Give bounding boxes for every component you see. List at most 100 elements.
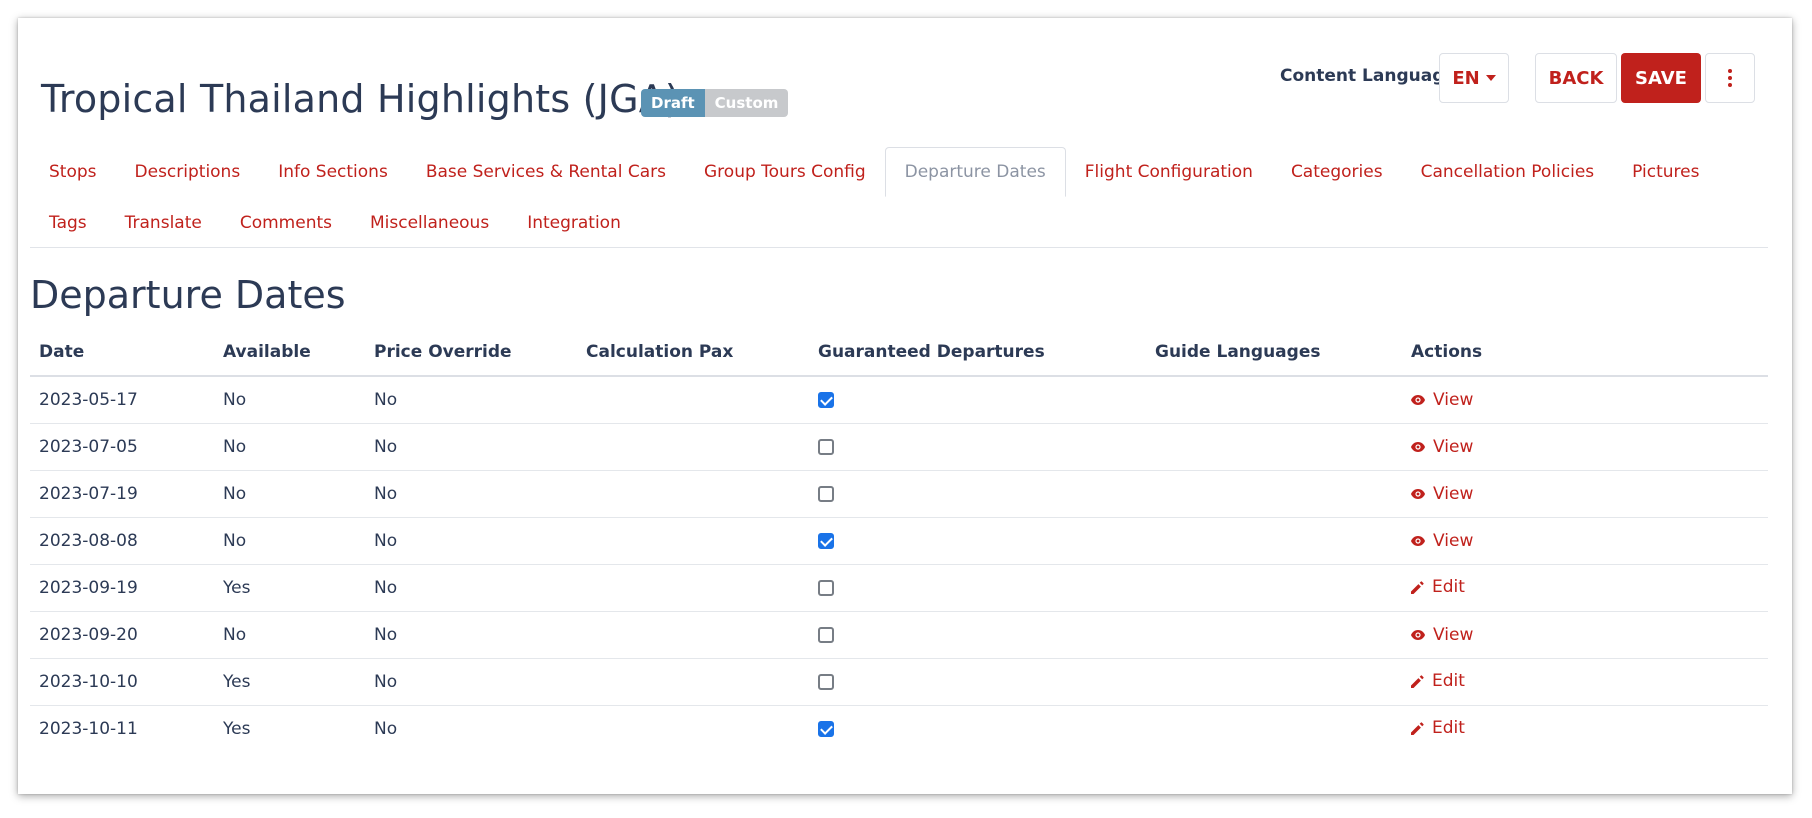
table-row: 2023-10-11 Yes No Edit: [30, 706, 1768, 753]
tabs-divider: [30, 247, 1768, 248]
cell-price-override: No: [365, 658, 577, 706]
tab-categories[interactable]: Categories: [1272, 147, 1402, 197]
cell-guaranteed-departures: [809, 517, 1146, 565]
table-row: 2023-08-08 No No View: [30, 517, 1768, 565]
tab-miscellaneous[interactable]: Miscellaneous: [351, 198, 508, 248]
cell-price-override: No: [365, 564, 577, 612]
view-link[interactable]: View: [1411, 484, 1473, 504]
guaranteed-checkbox[interactable]: [818, 627, 834, 643]
table-row: 2023-05-17 No No View: [30, 376, 1768, 424]
cell-guide-languages: [1146, 611, 1402, 659]
cell-price-override: No: [374, 719, 398, 739]
departure-dates-table: Date Available Price Override Calculatio…: [30, 329, 1768, 752]
cell-date: 2023-07-19: [30, 470, 214, 518]
column-header-actions: Actions: [1402, 329, 1768, 377]
guaranteed-checkbox[interactable]: [818, 580, 834, 596]
guaranteed-checkbox[interactable]: [818, 533, 834, 549]
back-button[interactable]: BACK: [1535, 53, 1617, 103]
status-badges: Draft Custom: [641, 89, 789, 117]
tab-info-sections[interactable]: Info Sections: [259, 147, 407, 197]
language-value: EN: [1452, 67, 1480, 89]
tab-base-services-rental-cars[interactable]: Base Services & Rental Cars: [407, 147, 685, 197]
cell-available: No: [214, 611, 365, 659]
cell-actions: View: [1402, 470, 1768, 518]
tabs-row-1: Stops Descriptions Info Sections Base Servi…: [30, 147, 1718, 197]
eye-icon: [1411, 536, 1425, 546]
cell-calculation-pax: [577, 611, 809, 659]
cell-price-override: No: [365, 470, 577, 518]
tab-translate[interactable]: Translate: [106, 198, 221, 248]
cell-guide-languages: [1146, 376, 1402, 424]
cell-available: No: [214, 376, 365, 424]
cell-guaranteed-departures: [809, 564, 1146, 612]
cell-calculation-pax: [577, 564, 809, 612]
tab-pictures[interactable]: Pictures: [1613, 147, 1718, 197]
guaranteed-checkbox[interactable]: [818, 674, 834, 690]
cell-available: Yes: [214, 658, 365, 706]
cell-price-override: No: [365, 376, 577, 424]
tab-tags[interactable]: Tags: [30, 198, 106, 248]
table-row: 2023-07-19 No No View: [30, 470, 1768, 518]
tab-integration[interactable]: Integration: [508, 198, 640, 248]
edit-link[interactable]: Edit: [1411, 577, 1465, 597]
kebab-menu-icon: [1728, 69, 1732, 87]
pencil-icon: [1411, 722, 1424, 735]
column-header-available[interactable]: Available: [214, 329, 365, 377]
cell-guaranteed-departures: [809, 376, 1146, 424]
more-options-button[interactable]: [1705, 53, 1755, 103]
edit-link[interactable]: Edit: [1411, 718, 1465, 738]
draft-badge: Draft: [641, 89, 705, 117]
cell-calculation-pax: [577, 706, 809, 753]
cell-guide-languages: [1146, 517, 1402, 565]
view-link[interactable]: View: [1411, 625, 1473, 645]
tab-stops[interactable]: Stops: [30, 147, 116, 197]
action-label: View: [1433, 625, 1474, 645]
column-header-price-override[interactable]: Price Override: [365, 329, 577, 377]
tab-cancellation-policies[interactable]: Cancellation Policies: [1402, 147, 1614, 197]
cell-guide-languages: [1146, 706, 1402, 753]
tab-group-tours-config[interactable]: Group Tours Config: [685, 147, 885, 197]
eye-icon: [1411, 442, 1425, 452]
cell-actions: Edit: [1402, 564, 1768, 612]
tab-flight-configuration[interactable]: Flight Configuration: [1066, 147, 1272, 197]
cell-available: Yes: [223, 719, 251, 739]
cell-available: No: [214, 517, 365, 565]
table-row: 2023-10-10 Yes No Edit: [30, 658, 1768, 706]
cell-calculation-pax: [577, 376, 809, 424]
language-dropdown[interactable]: EN: [1439, 53, 1509, 103]
action-label: View: [1433, 390, 1474, 410]
tab-departure-dates[interactable]: Departure Dates: [884, 147, 1066, 197]
caret-down-icon: [1485, 75, 1496, 81]
column-header-guaranteed-departures[interactable]: Guaranteed Departures: [809, 329, 1146, 377]
view-link[interactable]: View: [1411, 531, 1473, 551]
cell-calculation-pax: [577, 423, 809, 471]
cell-actions: Edit: [1402, 706, 1768, 753]
guaranteed-checkbox[interactable]: [818, 392, 834, 408]
column-header-date[interactable]: Date: [30, 329, 214, 377]
eye-icon: [1411, 630, 1425, 640]
save-button[interactable]: SAVE: [1621, 53, 1701, 103]
column-header-guide-languages[interactable]: Guide Languages: [1146, 329, 1402, 377]
table-header-row: Date Available Price Override Calculatio…: [30, 329, 1768, 377]
tab-descriptions[interactable]: Descriptions: [116, 147, 260, 197]
cell-guaranteed-departures: [809, 470, 1146, 518]
cell-date: 2023-10-10: [30, 658, 214, 706]
cell-actions: Edit: [1402, 658, 1768, 706]
cell-calculation-pax: [577, 658, 809, 706]
cell-date: 2023-08-08: [30, 517, 214, 565]
view-link[interactable]: View: [1411, 437, 1473, 457]
guaranteed-checkbox[interactable]: [818, 721, 834, 737]
cell-actions: View: [1402, 376, 1768, 424]
guaranteed-checkbox[interactable]: [818, 486, 834, 502]
content-language-label: Content Language: [1280, 66, 1456, 86]
cell-date: 2023-09-19: [30, 564, 214, 612]
cell-actions: View: [1402, 611, 1768, 659]
guaranteed-checkbox[interactable]: [818, 439, 834, 455]
view-link[interactable]: View: [1411, 390, 1473, 410]
action-label: View: [1433, 437, 1474, 457]
table-row: 2023-07-05 No No View: [30, 423, 1768, 471]
column-header-calculation-pax[interactable]: Calculation Pax: [577, 329, 809, 377]
tab-comments[interactable]: Comments: [221, 198, 351, 248]
cell-guaranteed-departures: [809, 611, 1146, 659]
edit-link[interactable]: Edit: [1411, 671, 1465, 691]
